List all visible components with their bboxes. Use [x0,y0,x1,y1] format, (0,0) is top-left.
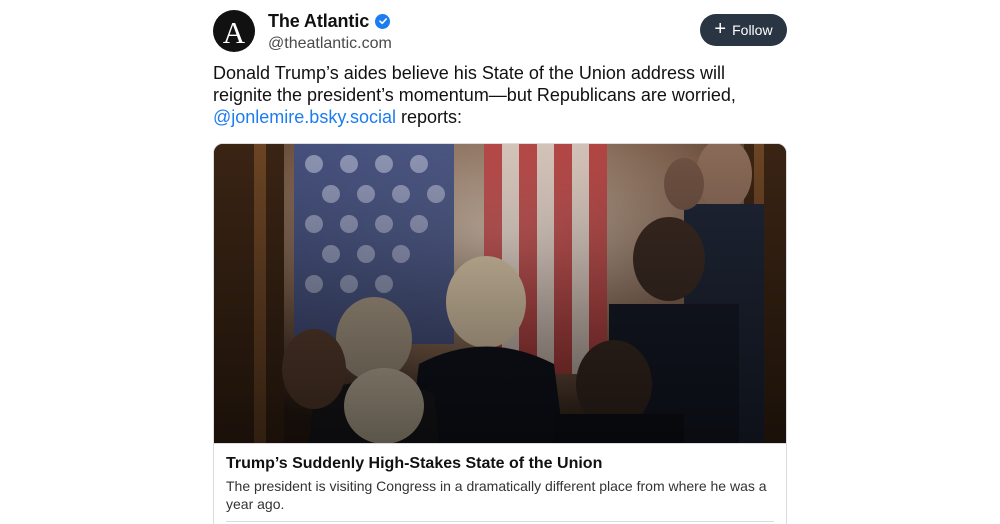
divider [226,521,774,522]
follow-label: Follow [732,22,773,38]
link-card[interactable]: Trump’s Suddenly High-Stakes State of th… [213,143,787,524]
verified-check-icon [375,13,391,29]
link-card-image[interactable] [214,144,786,443]
author-info: The Atlantic @theatlantic.com [268,10,392,53]
avatar[interactable]: A [213,10,255,52]
mention-link[interactable]: @jonlemire.bsky.social [213,107,396,127]
follow-button[interactable]: + Follow [700,14,787,46]
link-card-body: Trump’s Suddenly High-Stakes State of th… [214,443,786,522]
post-text-end: reports: [396,107,463,127]
post-header: A The Atlantic @theatlantic.com + Follow [213,8,787,56]
card-photo [214,144,786,443]
handle[interactable]: @theatlantic.com [268,35,392,53]
display-name-row: The Atlantic [268,10,392,32]
plus-icon: + [714,18,727,40]
post: A The Atlantic @theatlantic.com + Follow… [213,8,787,524]
post-text: Donald Trump’s aides believe his State o… [213,62,787,128]
link-card-title[interactable]: Trump’s Suddenly High-Stakes State of th… [226,454,774,474]
post-text-body: Donald Trump’s aides believe his State o… [213,63,736,105]
display-name[interactable]: The Atlantic [268,11,369,32]
link-card-description: The president is visiting Congress in a … [226,478,767,512]
